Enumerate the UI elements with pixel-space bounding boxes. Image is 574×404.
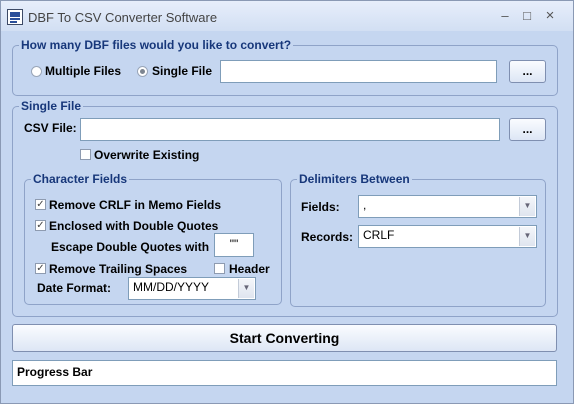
source-browse-button[interactable]: ... xyxy=(509,60,546,83)
multiple-files-label[interactable]: Multiple Files xyxy=(45,64,121,78)
trailing-spaces-label[interactable]: Remove Trailing Spaces xyxy=(49,262,187,276)
csv-file-input[interactable] xyxy=(80,118,500,141)
close-button[interactable]: × xyxy=(540,7,560,25)
records-delimiter-select[interactable]: CRLF ▼ xyxy=(358,225,537,248)
window-title: DBF To CSV Converter Software xyxy=(28,10,218,25)
csv-file-label: CSV File: xyxy=(24,121,77,135)
overwrite-label[interactable]: Overwrite Existing xyxy=(94,148,199,162)
escape-quotes-label: Escape Double Quotes with xyxy=(51,240,210,254)
delimiters-legend: Delimiters Between xyxy=(297,172,412,186)
remove-crlf-label[interactable]: Remove CRLF in Memo Fields xyxy=(49,198,221,212)
fields-delimiter-value: , xyxy=(363,198,367,212)
character-fields-group: Character Fields ✓ Remove CRLF in Memo F… xyxy=(24,172,282,305)
date-format-label: Date Format: xyxy=(37,281,112,295)
title-bar[interactable]: DBF To CSV Converter Software – □ × xyxy=(1,1,573,31)
trailing-spaces-checkbox[interactable]: ✓ xyxy=(35,263,46,274)
multiple-files-radio[interactable] xyxy=(31,66,42,77)
app-window: DBF To CSV Converter Software – □ × How … xyxy=(0,0,574,404)
minimize-button[interactable]: – xyxy=(495,7,515,25)
enclosed-quotes-label[interactable]: Enclosed with Double Quotes xyxy=(49,219,218,233)
header-label[interactable]: Header xyxy=(229,262,270,276)
escape-char-input[interactable]: "" xyxy=(214,233,254,257)
single-file-group: Single File CSV File: ... Overwrite Exis… xyxy=(12,99,558,317)
mode-legend: How many DBF files would you like to con… xyxy=(19,38,294,52)
delimiters-group: Delimiters Between Fields: , ▼ Records: … xyxy=(290,172,546,307)
csv-browse-button[interactable]: ... xyxy=(509,118,546,141)
date-format-select[interactable]: MM/DD/YYYY ▼ xyxy=(128,277,256,300)
chevron-down-icon[interactable]: ▼ xyxy=(519,197,535,216)
character-fields-legend: Character Fields xyxy=(31,172,130,186)
start-converting-button[interactable]: Start Converting xyxy=(12,324,557,352)
records-delimiter-value: CRLF xyxy=(363,228,395,242)
mode-group: How many DBF files would you like to con… xyxy=(12,38,558,96)
progress-bar: Progress Bar xyxy=(12,360,557,386)
source-path-input[interactable] xyxy=(220,60,497,83)
remove-crlf-checkbox[interactable]: ✓ xyxy=(35,199,46,210)
fields-label: Fields: xyxy=(301,200,340,214)
enclosed-quotes-checkbox[interactable]: ✓ xyxy=(35,220,46,231)
overwrite-checkbox[interactable] xyxy=(80,149,91,160)
app-icon xyxy=(7,9,23,25)
date-format-value: MM/DD/YYYY xyxy=(133,280,210,294)
single-file-radio[interactable] xyxy=(137,66,148,77)
chevron-down-icon[interactable]: ▼ xyxy=(519,227,535,246)
fields-delimiter-select[interactable]: , ▼ xyxy=(358,195,537,218)
chevron-down-icon[interactable]: ▼ xyxy=(238,279,254,298)
single-file-label[interactable]: Single File xyxy=(152,64,212,78)
header-checkbox[interactable] xyxy=(214,263,225,274)
maximize-button[interactable]: □ xyxy=(517,7,537,25)
single-file-legend: Single File xyxy=(19,99,84,113)
records-label: Records: xyxy=(301,230,354,244)
